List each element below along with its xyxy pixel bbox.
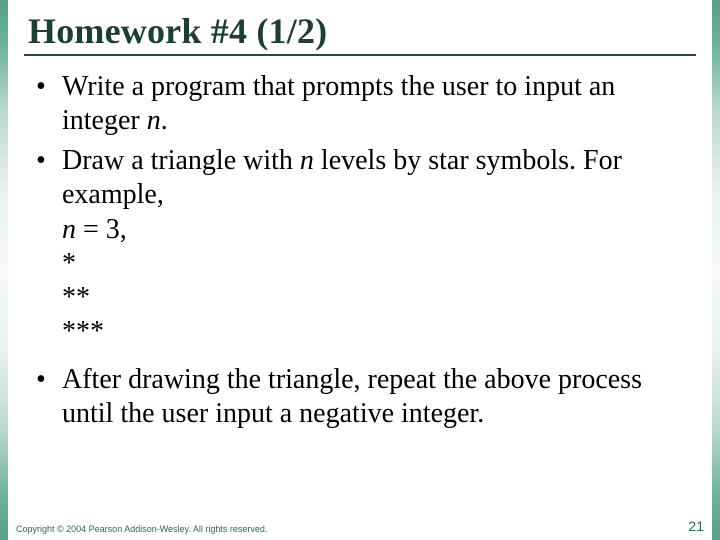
bullet-2-line1-var: n (300, 145, 314, 176)
bullet-1-var: n (147, 105, 161, 136)
bullet-1: Write a program that prompts the user to… (34, 70, 692, 138)
bullet-2-eq-var: n (62, 214, 76, 245)
page-number: 21 (688, 518, 704, 534)
triangle-row-1: * (62, 247, 692, 281)
copyright-text: Copyright © 2004 Pearson Addison-Wesley.… (16, 524, 267, 534)
triangle-row-2: ** (62, 281, 692, 315)
decor-border-right (712, 0, 720, 540)
triangle-row-3: *** (62, 315, 692, 349)
footer: Copyright © 2004 Pearson Addison-Wesley.… (16, 518, 704, 534)
bullet-2: Draw a triangle with n levels by star sy… (34, 144, 692, 349)
bullet-2-eq: n = 3, (62, 213, 692, 247)
decor-border-left (0, 0, 8, 540)
bullet-1-text-post: . (161, 105, 168, 136)
title-underline (24, 54, 696, 56)
bullet-2-eq-rest: = 3, (76, 214, 127, 245)
bullet-2-line1-pre: Draw a triangle with (62, 145, 300, 176)
slide-title: Homework #4 (1/2) (24, 10, 696, 52)
bullet-list: Write a program that prompts the user to… (24, 70, 696, 432)
bullet-1-text-pre: Write a program that prompts the user to… (62, 71, 615, 136)
bullet-3: After drawing the triangle, repeat the a… (34, 363, 692, 431)
slide: Homework #4 (1/2) Write a program that p… (0, 0, 720, 540)
